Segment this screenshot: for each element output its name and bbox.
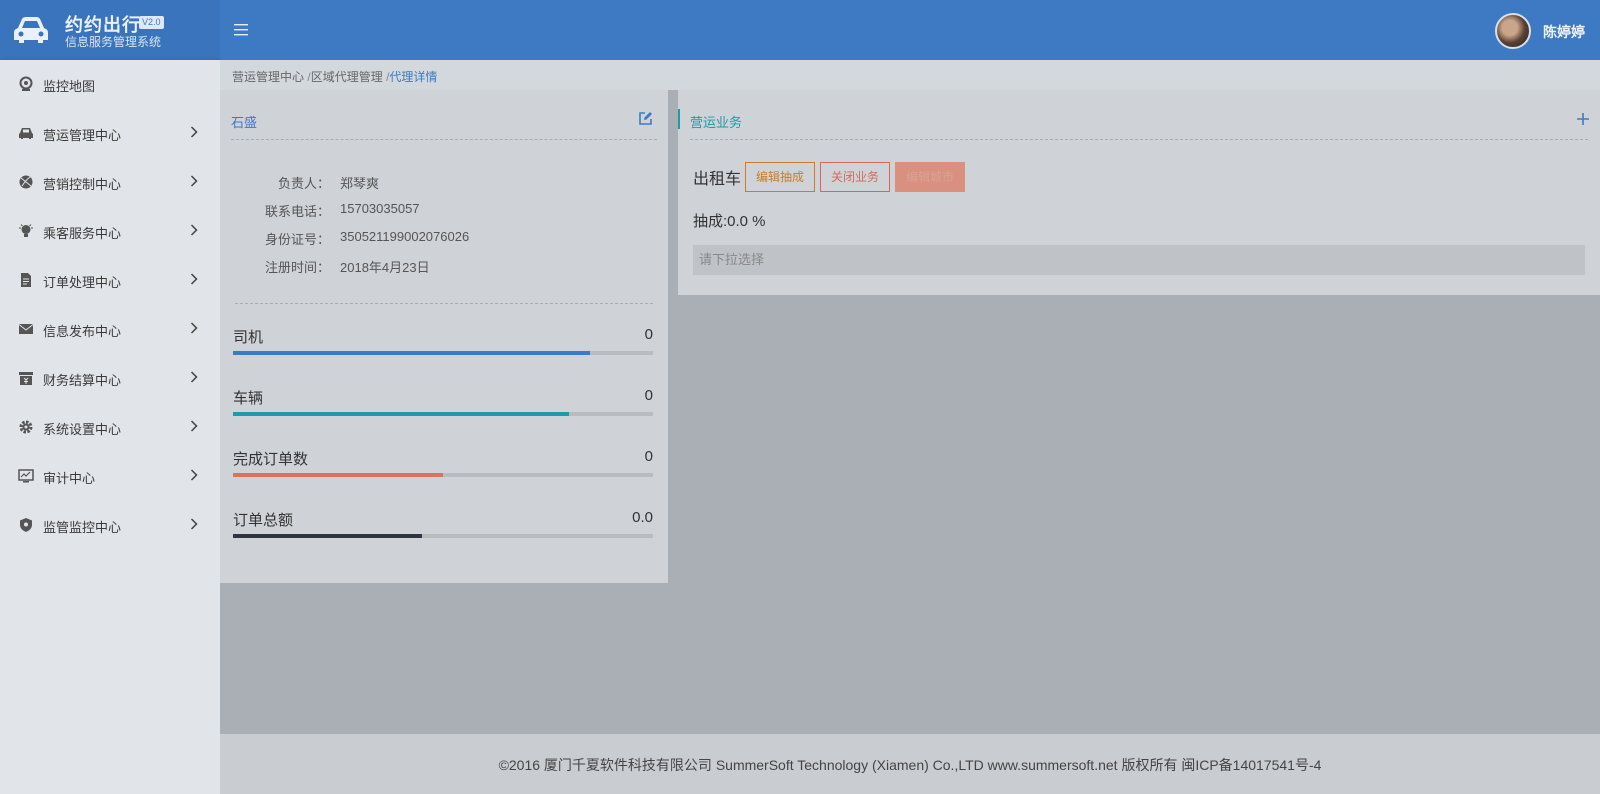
chevron-right-icon (190, 126, 198, 138)
title-accent-bar (678, 109, 680, 129)
progress-fill (233, 412, 569, 416)
edit-commission-button[interactable]: 编辑抽成 (745, 162, 815, 192)
stat-label: 订单总额 (233, 512, 294, 529)
mail-icon (18, 324, 34, 334)
ball-icon (19, 175, 33, 189)
document-icon (21, 273, 31, 287)
hamburger-icon[interactable] (234, 20, 248, 41)
edit-icon[interactable] (638, 111, 653, 126)
business-card: 营运业务 出租车 编辑抽成 关闭业务 编辑城市 抽成:0.0 % 请下拉选择 (678, 90, 1600, 295)
stat-value: 0 (644, 326, 653, 343)
sidebar-item-label: 信息发布中心 (43, 324, 122, 339)
sidebar-item-monitor-map[interactable]: 监控地图 (0, 60, 220, 110)
sidebar-item-label: 审计中心 (43, 471, 96, 486)
sidebar-item-operations[interactable]: 营运管理中心 (0, 109, 220, 159)
info-value: 15703035057 (340, 201, 420, 216)
breadcrumb-item-operations[interactable]: 营运管理中心 (232, 70, 304, 84)
info-value: 350521199002076026 (340, 229, 470, 244)
divider (690, 139, 1588, 140)
sidebar-item-label: 乘客服务中心 (43, 226, 122, 241)
sidebar-item-passenger-service[interactable]: 乘客服务中心 (0, 207, 220, 257)
info-label: 负责人： (277, 176, 330, 191)
close-business-button[interactable]: 关闭业务 (820, 162, 890, 192)
business-title: 营运业务 (690, 115, 743, 130)
edit-city-button[interactable]: 编辑城市 (895, 162, 965, 192)
sidebar-item-label: 订单处理中心 (43, 275, 122, 290)
avatar[interactable] (1495, 13, 1531, 49)
sidebar-item-settings[interactable]: 系统设置中心 (0, 403, 220, 453)
chevron-right-icon (190, 420, 198, 432)
top-bar: 约约出行 V2.0 信息服务管理系统 陈婷婷 (0, 0, 1600, 60)
agent-card: 石盛 负责人： 郑琴爽 联系电话： 15703035057 身份证号： 3505… (220, 90, 668, 583)
breadcrumb-current: 代理详情 (389, 70, 438, 84)
stat-label: 完成订单数 (233, 451, 309, 468)
sidebar-item-label: 营销控制中心 (43, 177, 122, 192)
sidebar-item-label: 财务结算中心 (43, 373, 122, 388)
stat-label: 车辆 (233, 390, 264, 407)
progress-fill (233, 351, 590, 355)
sidebar-item-label: 系统设置中心 (43, 422, 122, 437)
footer: ©2016 厦门千夏软件科技有限公司 SummerSoft Technology… (220, 734, 1600, 794)
info-value: 郑琴爽 (340, 176, 380, 191)
progress-track (233, 412, 653, 416)
progress-track (233, 534, 653, 538)
stat-label: 司机 (233, 329, 264, 346)
sidebar-item-label: 监控地图 (43, 79, 96, 94)
plus-icon[interactable] (1577, 113, 1589, 125)
info-value: 2018年4月23日 (340, 260, 430, 275)
shield-icon (20, 518, 32, 532)
sidebar-item-audit[interactable]: 审计中心 (0, 452, 220, 502)
chevron-right-icon (190, 322, 198, 334)
service-name: 出租车 (693, 171, 742, 188)
chevron-right-icon (190, 273, 198, 285)
info-label: 身份证号： (264, 232, 330, 247)
gear-icon (19, 420, 33, 434)
bulb-icon (19, 224, 33, 237)
stat-value: 0 (644, 387, 653, 404)
map-pin-icon (19, 76, 33, 91)
progress-track (233, 351, 653, 355)
main-content: 石盛 负责人： 郑琴爽 联系电话： 15703035057 身份证号： 3505… (220, 90, 1600, 734)
yuan-icon (19, 372, 33, 385)
commission-text: 抽成:0.0 % (693, 213, 766, 230)
breadcrumb-item-region-agent[interactable]: 区域代理管理 (311, 70, 383, 84)
chevron-right-icon (190, 371, 198, 383)
sidebar-item-finance[interactable]: 财务结算中心 (0, 354, 220, 404)
footer-copyright: ©2016 厦门千夏软件科技有限公司 SummerSoft Technology… (498, 757, 1322, 773)
info-label: 联系电话： (264, 204, 330, 219)
chevron-right-icon (190, 518, 198, 530)
progress-track (233, 473, 653, 477)
user-name[interactable]: 陈婷婷 (1543, 22, 1585, 42)
agent-name: 石盛 (231, 115, 258, 130)
sidebar-item-supervision[interactable]: 监管监控中心 (0, 501, 220, 551)
sidebar: 监控地图 营运管理中心 营销控制中心 乘客服务中心 订单处理中心 信息发布中心 … (0, 60, 220, 794)
sidebar-item-orders[interactable]: 订单处理中心 (0, 256, 220, 306)
sidebar-item-label: 营运管理中心 (43, 128, 122, 143)
info-label: 注册时间： (264, 260, 330, 275)
sidebar-item-info-publish[interactable]: 信息发布中心 (0, 305, 220, 355)
brand[interactable]: 约约出行 V2.0 信息服务管理系统 (0, 0, 220, 60)
monitor-icon (18, 469, 34, 483)
sidebar-item-label: 监管监控中心 (43, 520, 122, 535)
progress-fill (233, 473, 443, 477)
stat-value: 0 (644, 448, 653, 465)
car-icon (19, 128, 33, 139)
stat-value: 0.0 (632, 509, 653, 526)
brand-subtitle: 信息服务管理系统 (65, 35, 162, 49)
chevron-right-icon (190, 175, 198, 187)
sidebar-item-marketing[interactable]: 营销控制中心 (0, 158, 220, 208)
chevron-right-icon (190, 224, 198, 236)
car-logo-icon (14, 17, 48, 43)
breadcrumb: 营运管理中心 /区域代理管理 /代理详情 (220, 60, 1600, 90)
progress-fill (233, 534, 422, 538)
chevron-right-icon (190, 469, 198, 481)
divider (235, 303, 653, 304)
city-select[interactable]: 请下拉选择 (693, 245, 1585, 275)
divider (231, 139, 657, 140)
version-badge: V2.0 (139, 16, 164, 29)
